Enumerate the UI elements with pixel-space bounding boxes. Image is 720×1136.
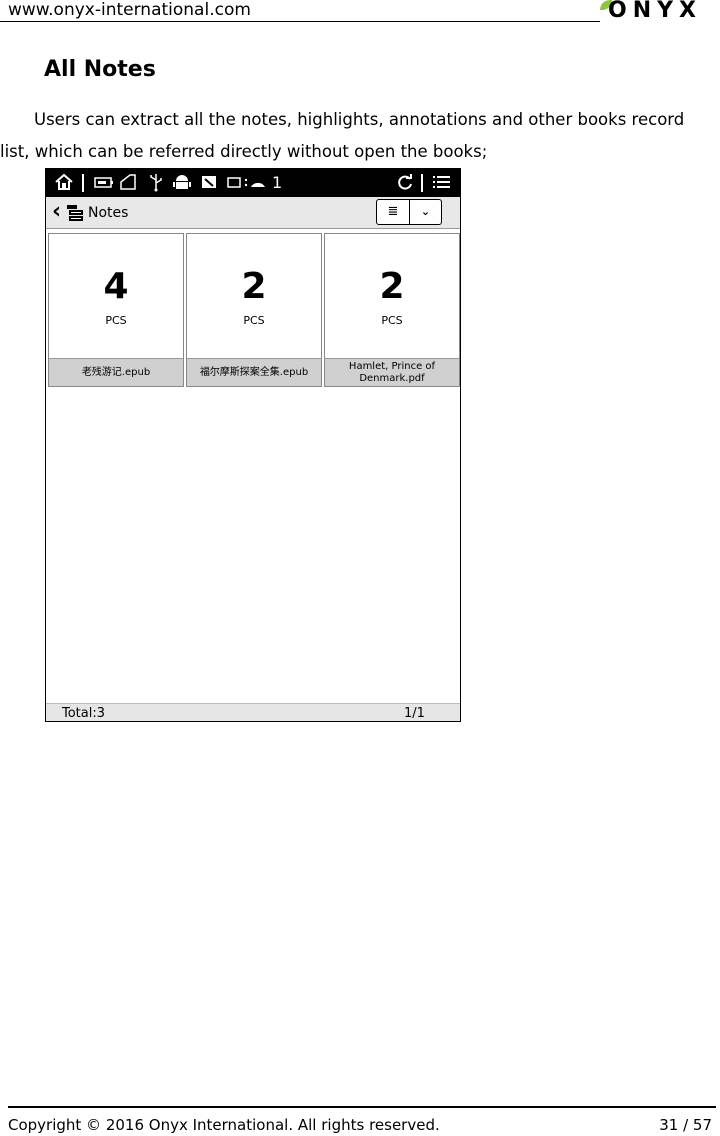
- header-rule: [0, 21, 600, 22]
- status-separator: [82, 174, 84, 192]
- list-view-button[interactable]: ≣: [377, 200, 410, 224]
- device-screenshot: 1 ‹ Notes ≣ ⌄ 4 PCS 老残游记.epub 2 PCS 福尔摩斯…: [45, 168, 461, 722]
- note-card[interactable]: 2 PCS Hamlet, Prince of Denmark.pdf: [324, 233, 460, 387]
- note-count: 4: [103, 266, 129, 307]
- status-bar: 1: [46, 169, 460, 197]
- note-card[interactable]: 4 PCS 老残游记.epub: [48, 233, 184, 387]
- device-footer: Total:3 1/1: [46, 703, 460, 721]
- onyx-logo: ONYX: [600, 0, 718, 23]
- section-body: Users can extract all the notes, highlig…: [0, 110, 685, 161]
- sd-card-icon: [118, 172, 138, 198]
- chevron-down-icon[interactable]: ⌄: [410, 200, 441, 224]
- note-unit: PCS: [381, 314, 403, 327]
- note-card[interactable]: 2 PCS 福尔摩斯探案全集.epub: [186, 233, 322, 387]
- note-unit: PCS: [105, 314, 127, 327]
- copyright-text: Copyright © 2016 Onyx International. All…: [8, 1116, 440, 1134]
- battery-icon: [94, 172, 114, 198]
- usb-icon: [148, 172, 164, 198]
- android-icon: [172, 172, 192, 198]
- book-filename: Hamlet, Prince of Denmark.pdf: [325, 358, 459, 386]
- total-count: Total:3: [62, 706, 106, 721]
- section-title: All Notes: [44, 57, 156, 82]
- notes-stack-icon: [66, 204, 84, 222]
- page-number: 31 / 57: [659, 1116, 712, 1134]
- status-separator: [421, 174, 423, 192]
- footer-rule: [8, 1106, 716, 1108]
- status-number: 1: [272, 173, 283, 192]
- page-indicator[interactable]: 1/1: [404, 706, 425, 721]
- wifi-icon: [226, 172, 274, 198]
- book-filename: 福尔摩斯探案全集.epub: [187, 358, 321, 386]
- note-unit: PCS: [243, 314, 265, 327]
- book-filename: 老残游记.epub: [49, 358, 183, 386]
- refresh-icon[interactable]: [396, 172, 414, 198]
- screenshot-icon: [200, 172, 218, 198]
- menu-icon[interactable]: [432, 172, 452, 198]
- document-header: www.onyx-international.com ONYX: [0, 0, 720, 24]
- website-url: www.onyx-international.com: [8, 0, 251, 20]
- note-count: 2: [379, 266, 405, 307]
- view-toggle: ≣ ⌄: [376, 199, 442, 225]
- home-icon[interactable]: [54, 172, 74, 198]
- chevron-left-icon[interactable]: ‹: [52, 200, 61, 224]
- note-count: 2: [241, 266, 267, 307]
- nav-bar: ‹ Notes ≣ ⌄: [46, 197, 460, 229]
- logo-text: ONYX: [608, 0, 703, 23]
- page-title: Notes: [88, 205, 129, 221]
